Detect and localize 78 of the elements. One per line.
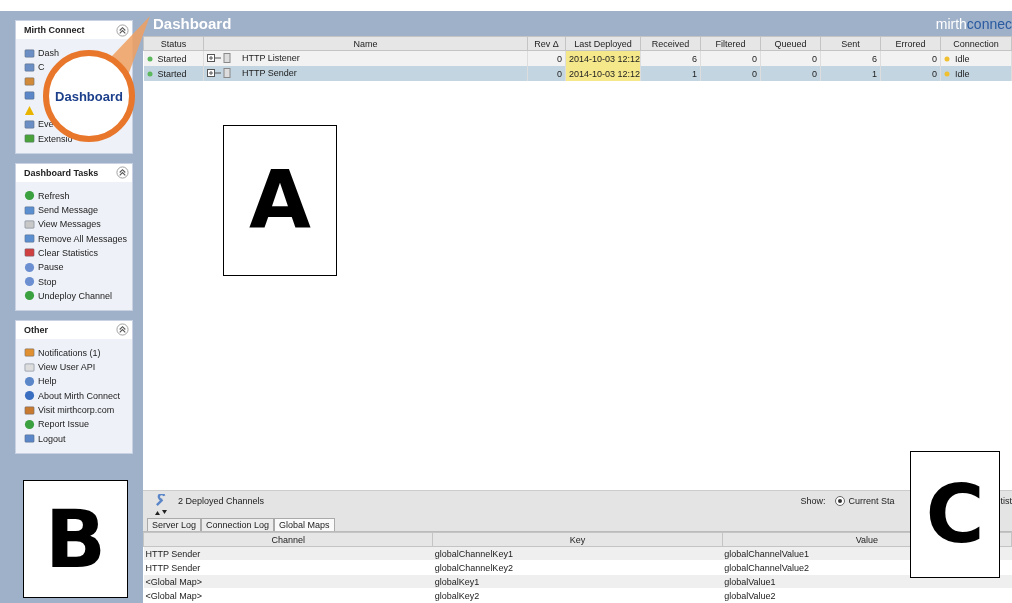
column-header[interactable]: Channel — [271, 534, 305, 545]
status-dot-icon — [146, 55, 153, 62]
column-header[interactable]: Sent — [820, 36, 881, 51]
column-header[interactable]: Filtered — [700, 36, 761, 51]
task-link[interactable]: Eve — [38, 119, 54, 130]
table-cell: Started — [157, 53, 187, 64]
panel-title: Dashboard Tasks — [24, 167, 99, 178]
task-link[interactable]: Pause — [38, 262, 64, 273]
table-cell: <Global Map> — [143, 588, 433, 603]
idle-dot-icon — [944, 55, 950, 62]
task-link[interactable]: Help — [38, 376, 57, 387]
task-link[interactable]: Logout — [38, 433, 66, 444]
table-cell: globalChannelKey1 — [432, 546, 723, 561]
table-cell: <Global Map> — [143, 574, 433, 589]
table-cell: 0 — [880, 66, 941, 81]
collapse-icon[interactable] — [116, 323, 129, 337]
table-cell: globalKey1 — [432, 574, 723, 589]
annotation-label: C — [910, 451, 1000, 578]
table-cell: 2014-10-03 12:12 — [565, 66, 641, 81]
table-cell: 1 — [820, 66, 881, 81]
panel-title: Mirth Connect — [24, 25, 85, 35]
task-link[interactable]: C — [38, 62, 45, 73]
task-link[interactable]: Send Message — [38, 205, 99, 216]
task-link[interactable]: Stop — [38, 276, 57, 287]
radio-label[interactable]: tist — [1000, 495, 1012, 506]
table-cell: Idle — [955, 53, 970, 64]
table-cell: 1 — [640, 66, 701, 81]
column-header[interactable]: Connection — [940, 36, 1012, 51]
idle-dot-icon — [944, 70, 950, 77]
splitter-arrows-icon[interactable] — [155, 510, 167, 515]
task-link[interactable]: Undeploy Channel — [38, 290, 113, 301]
table-cell: globalChannelKey2 — [432, 560, 723, 575]
table-cell: 0 — [760, 66, 821, 81]
table-cell: globalKey2 — [432, 588, 723, 603]
task-link[interactable]: Dash — [38, 48, 59, 58]
table-cell: 0 — [700, 66, 761, 81]
task-link[interactable]: View User API — [38, 362, 96, 373]
task-link[interactable]: Notifications (1) — [38, 347, 101, 358]
table-cell: HTTP Sender — [242, 67, 297, 78]
task-link[interactable]: About Mirth Connect — [38, 390, 121, 401]
radio-button[interactable] — [835, 495, 846, 506]
column-header[interactable]: Status — [143, 36, 204, 51]
collapse-icon[interactable] — [116, 166, 129, 180]
log-tab[interactable]: Connection Log — [201, 518, 275, 531]
column-header[interactable]: Received — [640, 36, 701, 51]
radio-label[interactable]: Current Sta — [848, 495, 895, 506]
task-link[interactable]: View Messages — [38, 219, 101, 230]
panel-title: Other — [24, 324, 48, 335]
table-cell: HTTP Sender — [143, 560, 433, 575]
table-cell: 0 — [527, 66, 566, 81]
status-dot-icon — [146, 70, 153, 77]
task-link[interactable]: Clear Statistics — [38, 247, 99, 258]
show-label: Show: — [800, 495, 826, 506]
annotation-label: A — [223, 125, 337, 276]
collapse-icon[interactable] — [116, 23, 129, 37]
page-title: Dashboard — [153, 15, 232, 32]
log-tab[interactable]: Global Maps — [274, 518, 335, 531]
column-header[interactable]: Value — [855, 534, 878, 545]
column-header[interactable]: Last Deployed — [565, 36, 641, 51]
task-link[interactable]: Extensio — [38, 133, 73, 144]
table-cell: HTTP Listener — [242, 52, 300, 63]
column-header[interactable]: Errored — [880, 36, 941, 51]
column-header[interactable]: Key — [569, 534, 586, 545]
task-link[interactable]: Report Issue — [38, 419, 90, 430]
annotation-label: B — [23, 480, 128, 598]
deployed-count: 2 Deployed Channels — [178, 495, 265, 506]
logo: mirthconnec — [935, 15, 1012, 32]
task-link[interactable]: Refresh — [38, 190, 70, 201]
log-tab[interactable]: Server Log — [147, 518, 202, 531]
column-header[interactable]: Queued — [760, 36, 821, 51]
table-cell: Started — [157, 68, 187, 79]
table-cell: globalValue2 — [722, 588, 1012, 603]
task-link[interactable]: Remove All Messages — [38, 233, 128, 244]
column-header[interactable]: Rev Δ — [527, 36, 566, 51]
column-header[interactable]: Name — [203, 36, 528, 51]
table-cell: Idle — [955, 68, 970, 79]
task-link[interactable]: Visit mirthcorp.com — [38, 405, 115, 416]
table-cell: HTTP Sender — [143, 546, 433, 561]
